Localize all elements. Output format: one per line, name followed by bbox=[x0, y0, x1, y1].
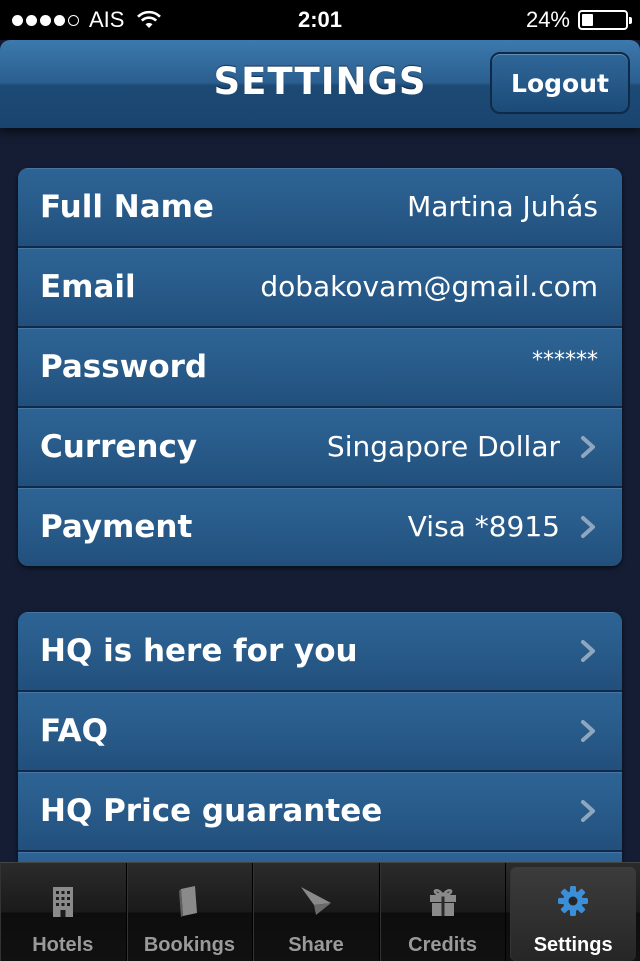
tab-hotels[interactable]: Hotels bbox=[0, 863, 127, 961]
gift-icon bbox=[429, 889, 456, 916]
tab-label: Settings bbox=[533, 934, 613, 956]
logout-button[interactable]: Logout bbox=[490, 52, 630, 114]
tab-bar: Hotels Bookings Share Credits Settings bbox=[0, 862, 640, 961]
row-label: Email bbox=[40, 269, 136, 305]
gear-icon bbox=[558, 886, 589, 916]
tab-label: Share bbox=[288, 934, 344, 956]
tab-settings[interactable]: Settings bbox=[510, 867, 636, 961]
settings-row-partial[interactable] bbox=[18, 852, 622, 862]
chevron-right-icon bbox=[576, 719, 600, 743]
chevron-right-icon bbox=[576, 435, 600, 459]
tab-label: Hotels bbox=[32, 934, 94, 956]
settings-row-full-name[interactable]: Full Name Martina Juhás bbox=[18, 168, 622, 248]
tab-label: Bookings bbox=[143, 934, 235, 956]
battery-percent: 24% bbox=[525, 7, 570, 32]
row-label: Currency bbox=[40, 429, 198, 465]
chevron-right-icon bbox=[576, 515, 600, 539]
status-right: 24% bbox=[525, 7, 632, 33]
settings-row-hq-support[interactable]: HQ is here for you bbox=[18, 612, 622, 692]
row-value: Visa *8915 bbox=[407, 510, 560, 543]
row-value: ****** bbox=[532, 348, 598, 373]
settings-row-password[interactable]: Password ****** bbox=[18, 328, 622, 408]
row-value: Martina Juhás bbox=[407, 190, 598, 223]
battery-icon bbox=[578, 10, 632, 30]
tab-share[interactable]: Share bbox=[253, 863, 380, 961]
book-icon bbox=[179, 886, 198, 917]
row-label: Full Name bbox=[40, 189, 214, 225]
chevron-right-icon bbox=[576, 639, 600, 663]
status-bar: AIS 2:01 24% bbox=[0, 0, 640, 40]
row-label: HQ is here for you bbox=[40, 633, 358, 669]
settings-row-price-guarantee[interactable]: HQ Price guarantee bbox=[18, 772, 622, 852]
navigation-bar: SETTINGS Logout bbox=[0, 40, 640, 128]
tab-credits[interactable]: Credits bbox=[380, 863, 507, 961]
paper-plane-icon bbox=[300, 887, 331, 915]
tab-label: Credits bbox=[408, 934, 478, 956]
row-label: Password bbox=[40, 349, 208, 385]
row-value: dobakovam@gmail.com bbox=[260, 270, 598, 303]
row-label: FAQ bbox=[40, 713, 108, 749]
chevron-right-icon bbox=[576, 799, 600, 823]
settings-row-email[interactable]: Email dobakovam@gmail.com bbox=[18, 248, 622, 328]
settings-row-faq[interactable]: FAQ bbox=[18, 692, 622, 772]
settings-row-currency[interactable]: Currency Singapore Dollar bbox=[18, 408, 622, 488]
info-group: HQ is here for you FAQ HQ Price guarante… bbox=[18, 612, 622, 862]
row-label: Payment bbox=[40, 509, 193, 545]
row-label: HQ Price guarantee bbox=[40, 793, 383, 829]
building-icon bbox=[52, 887, 73, 917]
tab-bookings[interactable]: Bookings bbox=[127, 863, 254, 961]
row-value: Singapore Dollar bbox=[326, 430, 560, 463]
account-settings-group: Full Name Martina Juhás Email dobakovam@… bbox=[18, 168, 622, 566]
settings-row-payment[interactable]: Payment Visa *8915 bbox=[18, 488, 622, 566]
